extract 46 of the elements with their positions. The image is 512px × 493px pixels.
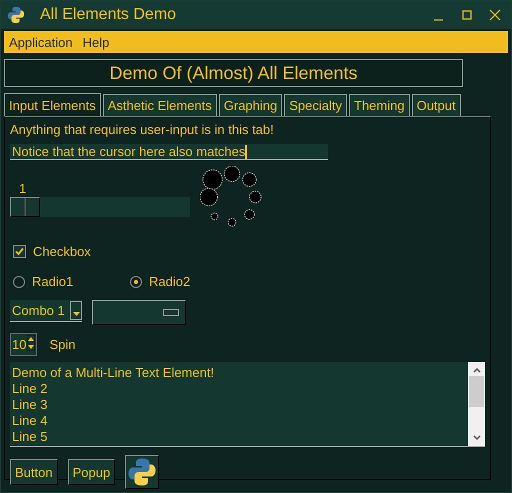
option-menu[interactable] [92,300,186,325]
input-value: Notice that the cursor here also matches [12,144,246,159]
dropdown-arrow-icon [72,312,80,316]
python-logo-icon [7,6,25,24]
text-line: Line 2 [12,381,48,397]
text-line: Line 4 [12,413,48,429]
image-button[interactable] [125,455,160,489]
text-line: Demo of a Multi-Line Text Element! [12,365,216,381]
scrollbar-thumb[interactable] [469,376,484,407]
tab[interactable]: Asthetic Elements [102,94,217,116]
multiline-text-field[interactable]: Demo of a Multi-Line Text Element! Line 2 Line 3 Line 4 Line 5 [10,362,485,447]
intro-text: Anything that requires user-input is in this tab! [10,122,275,137]
menu-item[interactable]: Help [82,34,110,50]
radio-label: Radio2 [149,274,190,289]
close-icon[interactable] [489,9,501,21]
radio-button[interactable] [13,276,25,288]
text-line: Line 3 [12,397,48,413]
checkbox-label: Checkbox [33,244,91,259]
button[interactable]: Popup [68,459,116,485]
tab[interactable]: Graphing [218,94,282,116]
input-field[interactable]: Notice that the cursor here also matches [10,144,328,160]
spin-arrows-icon [27,335,36,351]
menu-item[interactable]: Application [9,34,73,50]
slider-thumb[interactable] [10,197,40,217]
radio-label: Radio1 [32,274,74,289]
spin-label: Spin [49,337,76,352]
text-line: Line 5 [12,429,48,445]
button[interactable]: Button [10,459,58,485]
spin-box[interactable]: 10 [10,333,38,356]
text-cursor [245,144,248,158]
combo-box[interactable]: Combo 1 [10,300,82,322]
heading: Demo Of (Almost) All Elements [4,59,463,87]
python-logo-icon [127,457,158,487]
tab[interactable]: Specialty [284,94,347,116]
scroll-up-icon[interactable] [472,366,482,374]
tab[interactable]: Output [412,94,461,116]
slider-value: 1 [19,181,26,196]
scrollbar[interactable] [468,362,485,446]
tab[interactable]: Input Elements [4,93,101,116]
radio-button[interactable] [130,276,142,288]
slider-track[interactable] [10,197,190,217]
maximize-icon[interactable] [461,9,473,21]
window-title: All Elements Demo [40,6,176,24]
tab[interactable]: Theming [349,94,410,116]
scroll-down-icon[interactable] [472,434,482,442]
checkbox[interactable] [13,245,26,258]
